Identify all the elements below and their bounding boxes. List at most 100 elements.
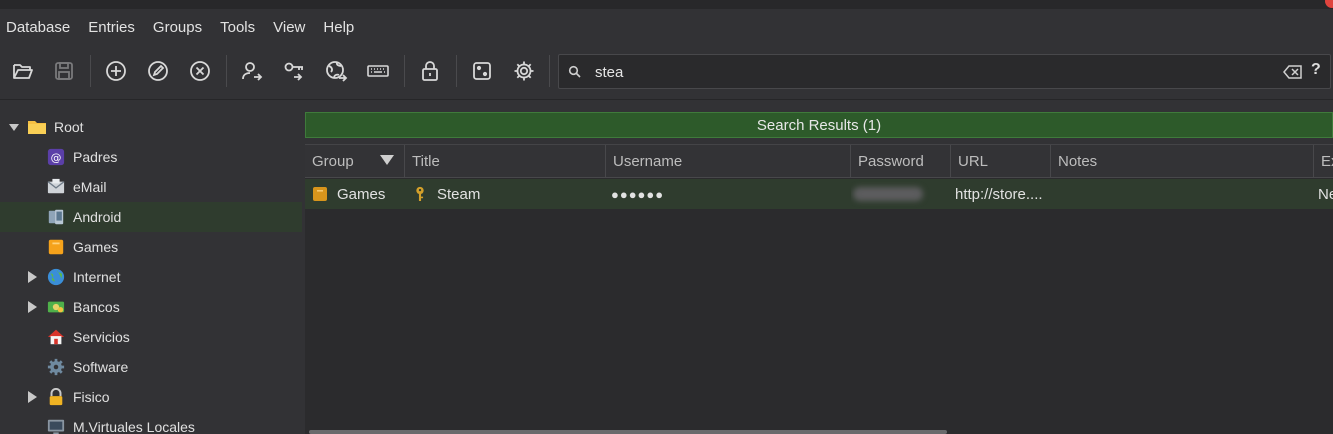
column-header-username[interactable]: Username	[606, 145, 851, 178]
menu-view[interactable]: View	[273, 17, 305, 38]
toolbar-separator	[404, 55, 405, 87]
tree-item-android[interactable]: Android	[0, 202, 302, 232]
tree-item-label: Padres	[73, 149, 118, 165]
tree-item-bancos[interactable]: Bancos	[0, 292, 302, 322]
copy-password-button[interactable]	[279, 56, 309, 86]
money-icon	[46, 297, 66, 317]
column-header-label: Password	[858, 153, 924, 170]
tree-item-label: Servicios	[73, 329, 130, 345]
edit-pencil-icon	[148, 61, 168, 81]
menu-groups[interactable]: Groups	[153, 17, 202, 38]
box-icon	[313, 187, 327, 201]
tree-item-label: Android	[73, 209, 122, 225]
entry-table: Group Title Username Password URL Notes …	[305, 144, 1333, 434]
column-header-group[interactable]: Group	[305, 145, 405, 178]
add-entry-button[interactable]	[101, 56, 131, 86]
monitor-icon	[46, 417, 66, 434]
horizontal-scrollbar[interactable]	[309, 430, 947, 434]
box-icon	[46, 237, 66, 257]
autotype-button[interactable]	[363, 56, 393, 86]
menu-entries[interactable]: Entries	[88, 17, 135, 38]
edit-entry-button[interactable]	[143, 56, 173, 86]
collapsed-arrow-icon[interactable]	[26, 301, 38, 313]
house-icon	[46, 327, 66, 347]
tree-item-label: eMail	[73, 179, 107, 195]
menu-tools[interactable]: Tools	[220, 17, 255, 38]
search-icon	[568, 65, 581, 78]
password-generator-button[interactable]	[467, 56, 497, 86]
toolbar-separator	[549, 55, 550, 87]
open-folder-icon	[13, 64, 33, 79]
user-arrow-icon	[242, 62, 263, 81]
globe-arrow-icon	[326, 61, 348, 82]
tree-item-root[interactable]: Root	[0, 112, 302, 142]
cell-expires: Ne	[1318, 185, 1333, 203]
collapsed-arrow-icon[interactable]	[26, 271, 38, 283]
tree-item-internet[interactable]: Internet	[0, 262, 302, 292]
phone-icon	[46, 207, 66, 227]
table-header: Group Title Username Password URL Notes …	[305, 145, 1333, 178]
toolbar: ?	[0, 45, 1333, 100]
search-results-banner: Search Results (1)	[305, 112, 1333, 138]
settings-button[interactable]	[509, 56, 539, 86]
column-header-notes[interactable]: Notes	[1051, 145, 1314, 178]
column-header-expires[interactable]: Ex	[1314, 145, 1333, 178]
column-header-label: Username	[613, 153, 683, 170]
toolbar-separator	[456, 55, 457, 87]
tree-item-software[interactable]: Software	[0, 352, 302, 382]
tree-item-m-virtuales-locales[interactable]: M.Virtuales Locales	[0, 412, 302, 434]
search-help-button[interactable]: ?	[1311, 61, 1321, 79]
cell-group: Games	[312, 179, 405, 209]
tree-item-label: Fisico	[73, 389, 110, 405]
column-header-label: Ex	[1321, 153, 1333, 170]
tree-item-label: Internet	[73, 269, 121, 285]
cell-notes	[1057, 179, 1314, 209]
key-arrow-icon	[284, 62, 303, 81]
toolbar-separator	[226, 55, 227, 87]
column-header-password[interactable]: Password	[851, 145, 951, 178]
envelope-icon	[46, 177, 66, 197]
cell-username: ●●●●●●	[611, 186, 665, 202]
menu-help[interactable]: Help	[323, 17, 354, 38]
dice-icon	[473, 62, 491, 80]
add-circle-icon	[106, 61, 126, 81]
svg-text:@: @	[51, 151, 62, 164]
tree-item-servicios[interactable]: Servicios	[0, 322, 302, 352]
tree-item-label: M.Virtuales Locales	[73, 419, 195, 434]
collapsed-arrow-icon[interactable]	[26, 391, 38, 403]
delete-entry-button[interactable]	[185, 56, 215, 86]
open-url-button[interactable]	[321, 56, 351, 86]
open-database-button[interactable]	[8, 56, 38, 86]
at-sign-icon: @	[46, 147, 66, 167]
cell-title-text: Steam	[437, 185, 481, 203]
clear-search-icon[interactable]	[1283, 63, 1303, 81]
lock-database-button[interactable]	[415, 56, 445, 86]
search-input[interactable]	[595, 59, 1275, 85]
table-row[interactable]: Games Steam ●●●●●● http://store.... Ne	[305, 179, 1333, 209]
copy-username-button[interactable]	[237, 56, 267, 86]
tree-item-games[interactable]: Games	[0, 232, 302, 262]
search-box: ?	[558, 54, 1331, 89]
menubar: Database Entries Groups Tools View Help	[0, 9, 1333, 45]
save-database-button[interactable]	[49, 56, 79, 86]
cell-password	[851, 179, 951, 209]
padlock-icon	[46, 387, 66, 407]
gear-icon	[514, 61, 534, 81]
lock-icon	[422, 61, 438, 81]
gear-icon	[46, 357, 66, 377]
tree-item-label: Root	[54, 119, 84, 135]
expanded-arrow-icon[interactable]	[8, 121, 20, 133]
column-header-title[interactable]: Title	[405, 145, 606, 178]
menu-database[interactable]: Database	[6, 17, 70, 38]
tree-item-label: Games	[73, 239, 119, 255]
entry-panel: Search Results (1) Group Title Username …	[305, 101, 1333, 434]
tree-item-padres[interactable]: @ Padres	[0, 142, 302, 172]
column-header-url[interactable]: URL	[951, 145, 1051, 178]
tree-item-email[interactable]: eMail	[0, 172, 302, 202]
tree-item-fisico[interactable]: Fisico	[0, 382, 302, 412]
column-header-label: URL	[958, 153, 989, 170]
tree-item-label: Bancos	[73, 299, 120, 315]
window-titlebar	[0, 0, 1333, 9]
column-header-label: Notes	[1058, 153, 1098, 170]
cell-url[interactable]: http://store....	[955, 179, 1051, 209]
